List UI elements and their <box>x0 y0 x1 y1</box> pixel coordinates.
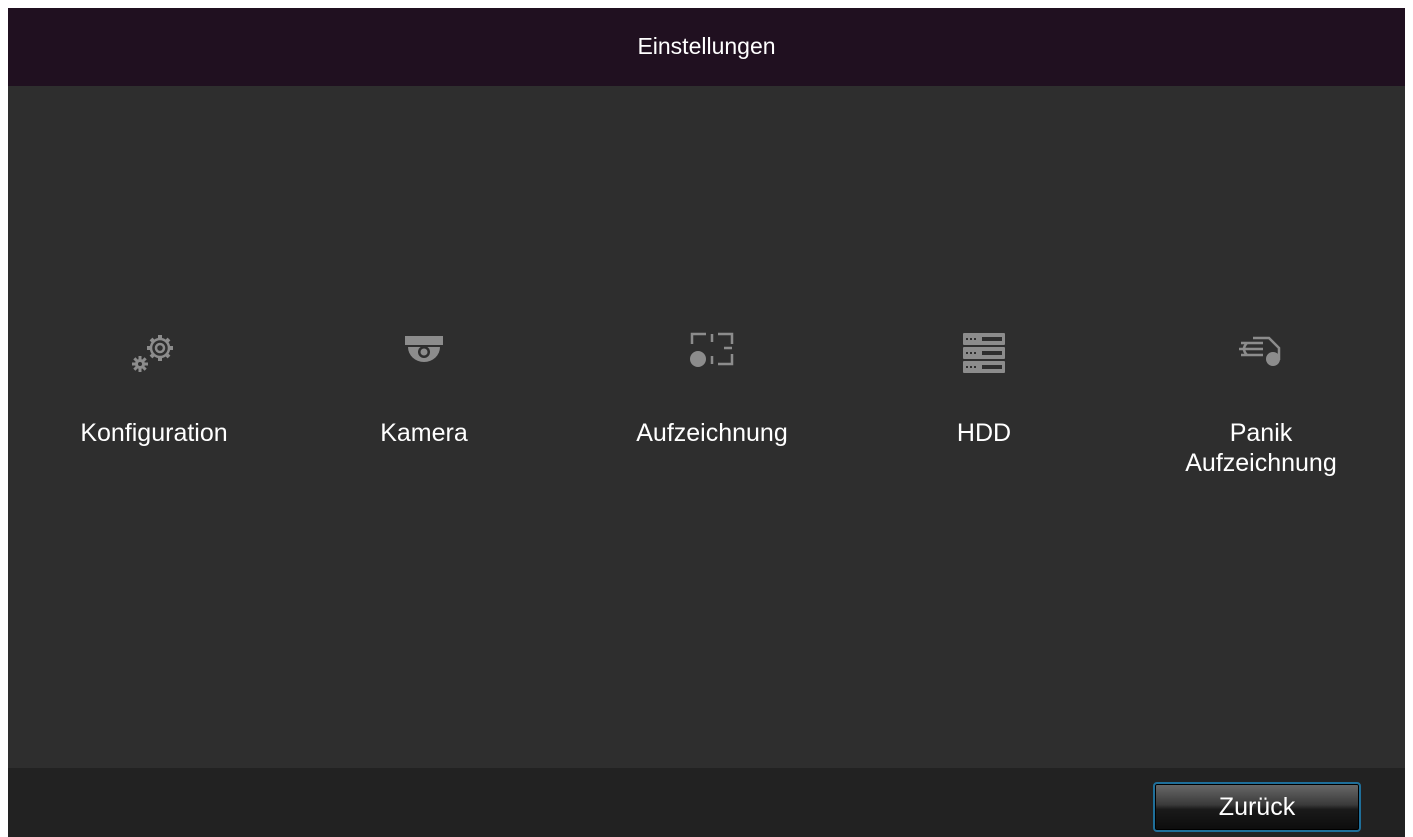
menu-item-aufzeichnung[interactable]: Aufzeichnung <box>582 326 842 448</box>
dome-camera-icon <box>392 326 456 382</box>
menu-item-label: Kamera <box>380 419 468 447</box>
record-icon <box>680 326 744 382</box>
panic-record-icon <box>1229 326 1293 382</box>
title-bar: Einstellungen <box>8 8 1405 86</box>
menu-item-konfiguration[interactable]: Konfiguration <box>24 326 284 448</box>
menu-item-kamera[interactable]: Kamera <box>294 326 554 448</box>
settings-window: Einstellungen Konfiguration Kamera Aufze… <box>8 8 1405 837</box>
gears-icon <box>122 326 186 382</box>
menu-item-label: Konfiguration <box>80 419 228 447</box>
page-title: Einstellungen <box>637 32 776 59</box>
menu-item-hdd[interactable]: HDD <box>854 326 1114 448</box>
hdd-icon <box>952 326 1016 382</box>
menu-item-panik-aufzeichnung[interactable]: Panik Aufzeichnung <box>1131 326 1391 478</box>
menu-item-label: Panik Aufzeichnung <box>1185 419 1337 477</box>
back-button[interactable]: Zurück <box>1153 782 1361 832</box>
settings-menu: Konfiguration Kamera Aufzeichnung HDD Pa… <box>8 86 1405 768</box>
menu-item-label: HDD <box>956 419 1012 447</box>
menu-item-label: Aufzeichnung <box>636 419 788 447</box>
footer-bar: Zurück <box>8 768 1405 837</box>
